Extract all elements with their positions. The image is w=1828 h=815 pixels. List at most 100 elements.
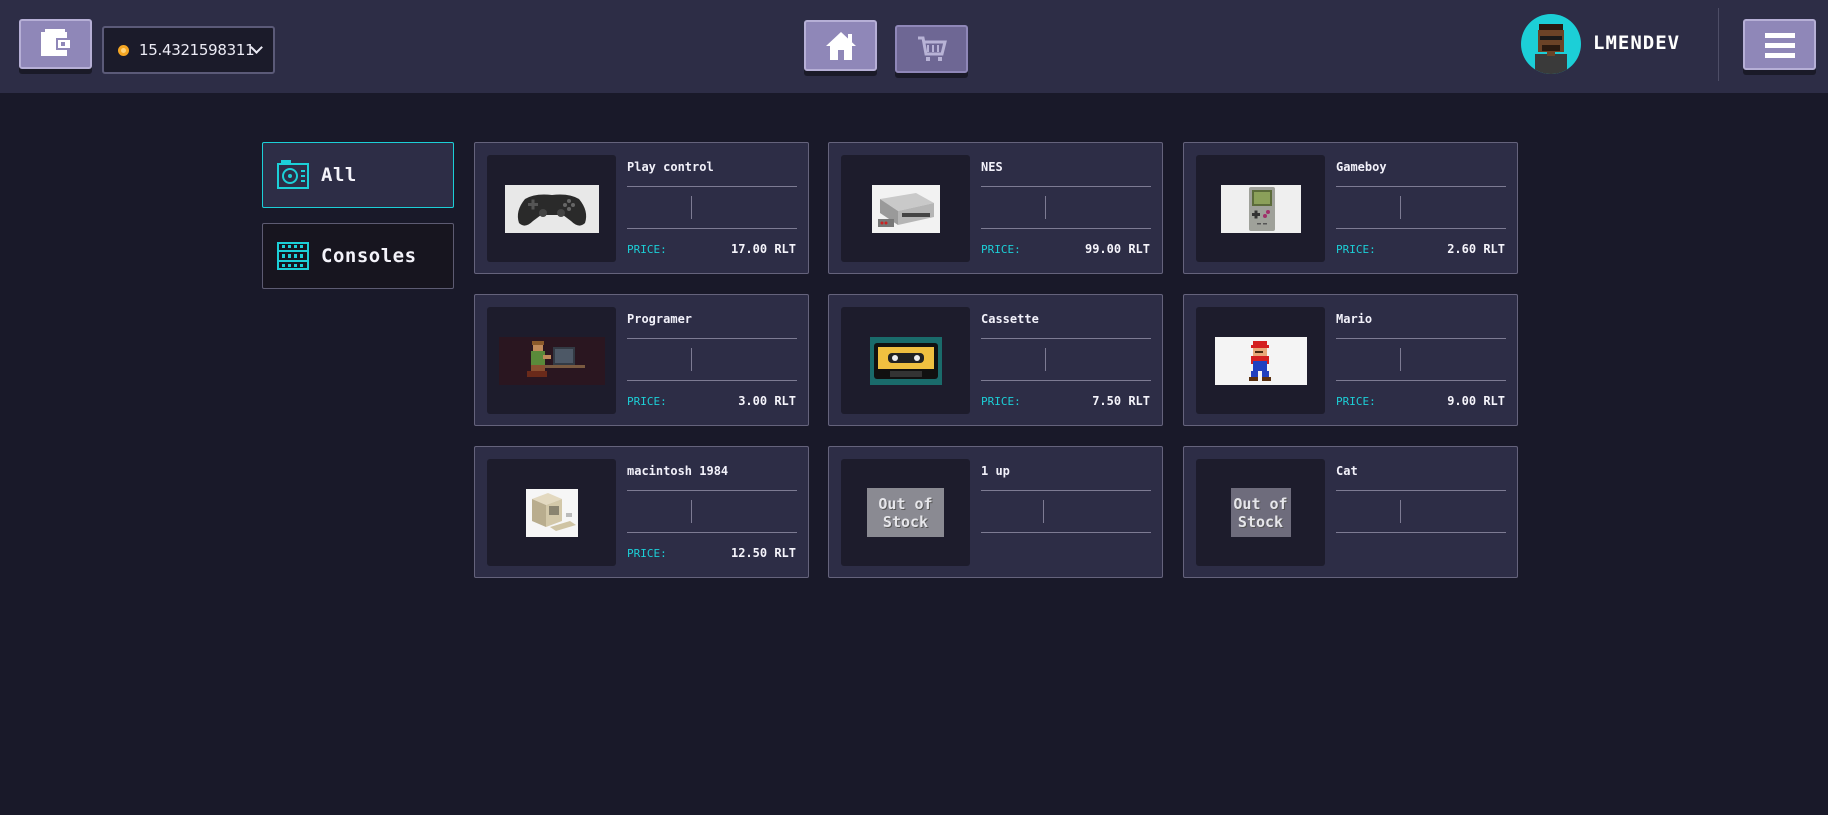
divider <box>627 338 797 339</box>
product-thumbnail[interactable] <box>487 155 616 262</box>
price-label: PRICE: <box>1336 243 1376 256</box>
gameboy-image <box>1220 184 1301 233</box>
cart-icon <box>917 36 947 61</box>
product-card-programer[interactable]: Programer PRICE: 3.00 RLT <box>474 294 809 426</box>
divider <box>1045 348 1046 371</box>
price-label: PRICE: <box>627 547 667 560</box>
divider <box>1043 500 1044 523</box>
divider <box>627 532 797 533</box>
divider <box>981 186 1151 187</box>
divider <box>1400 348 1401 371</box>
gamepad-image <box>504 184 599 233</box>
divider <box>981 380 1151 381</box>
divider <box>1336 490 1506 491</box>
console-icon <box>277 242 309 270</box>
category-label: All <box>321 164 357 186</box>
price-label: PRICE: <box>1336 395 1376 408</box>
price-value: 7.50 RLT <box>1092 394 1150 408</box>
product-card-gameboy[interactable]: Gameboy PRICE: 2.60 RLT <box>1183 142 1518 274</box>
out-of-stock-text: Out of <box>1233 494 1288 513</box>
divider <box>1336 338 1506 339</box>
chip-icon <box>277 160 309 189</box>
hamburger-menu-icon <box>1764 32 1795 58</box>
coin-icon <box>118 44 129 56</box>
product-card-play-control[interactable]: Play control PRICE: 17.00 RLT <box>474 142 809 274</box>
product-name: Mario <box>1336 312 1373 326</box>
header-divider <box>1718 8 1719 81</box>
divider <box>691 500 692 523</box>
product-thumbnail[interactable] <box>487 459 616 566</box>
divider <box>981 338 1151 339</box>
price-value: 3.00 RLT <box>738 394 796 408</box>
product-thumbnail[interactable] <box>841 155 970 262</box>
avatar-icon <box>1535 24 1567 74</box>
wallet-icon <box>40 29 72 56</box>
divider <box>627 380 797 381</box>
balance-value: 15.4321598311 <box>139 41 255 59</box>
product-thumbnail[interactable]: Out of Stock <box>841 459 970 566</box>
divider <box>1336 228 1506 229</box>
product-name: NES <box>981 160 1003 174</box>
product-name: macintosh 1984 <box>627 464 729 478</box>
divider <box>691 348 692 371</box>
product-card-cassette[interactable]: Cassette PRICE: 7.50 RLT <box>828 294 1163 426</box>
divider <box>1400 196 1401 219</box>
home-button[interactable] <box>804 20 877 71</box>
top-header: 15.4321598311 LMENDEV <box>0 0 1828 93</box>
cart-button[interactable] <box>895 25 968 73</box>
divider <box>1336 532 1506 533</box>
macintosh-image <box>525 488 578 537</box>
out-of-stock-text: Stock <box>1237 512 1284 531</box>
product-name: Play control <box>627 160 714 174</box>
divider <box>1400 500 1401 523</box>
product-card-1-up[interactable]: Out of Stock 1 up <box>828 446 1163 578</box>
out-of-stock-overlay: Out of Stock <box>1230 488 1291 537</box>
product-card-macintosh-1984[interactable]: macintosh 1984 PRICE: 12.50 RLT <box>474 446 809 578</box>
nes-console-image <box>871 184 940 233</box>
menu-button[interactable] <box>1743 19 1816 70</box>
divider <box>627 490 797 491</box>
divider <box>1336 380 1506 381</box>
divider <box>627 228 797 229</box>
product-name: Cassette <box>981 312 1039 326</box>
product-name: 1 up <box>981 464 1010 478</box>
programmer-image <box>498 336 605 385</box>
home-icon <box>825 31 856 60</box>
balance-dropdown[interactable]: 15.4321598311 <box>102 26 275 74</box>
product-thumbnail[interactable] <box>1196 307 1325 414</box>
divider <box>691 196 692 219</box>
product-thumbnail[interactable] <box>487 307 616 414</box>
divider <box>981 490 1151 491</box>
price-value: 12.50 RLT <box>730 546 796 560</box>
product-name: Gameboy <box>1336 160 1387 174</box>
price-label: PRICE: <box>627 395 667 408</box>
wallet-button[interactable] <box>19 19 92 69</box>
username[interactable]: LMENDEV <box>1593 32 1680 54</box>
product-thumbnail[interactable] <box>1196 155 1325 262</box>
product-card-nes[interactable]: NES PRICE: 99.00 RLT <box>828 142 1163 274</box>
product-name: Cat <box>1336 464 1358 478</box>
price-label: PRICE: <box>627 243 667 256</box>
out-of-stock-text: Stock <box>882 512 929 531</box>
category-consoles[interactable]: Consoles <box>262 223 454 289</box>
divider <box>627 186 797 187</box>
avatar[interactable] <box>1521 14 1581 74</box>
out-of-stock-text: Out of <box>878 494 933 513</box>
price-value: 99.00 RLT <box>1084 242 1150 256</box>
price-value: 2.60 RLT <box>1447 242 1505 256</box>
category-all[interactable]: All <box>262 142 454 208</box>
divider <box>1336 186 1506 187</box>
cassette-image <box>869 336 942 385</box>
product-thumbnail[interactable]: Out of Stock <box>1196 459 1325 566</box>
price-value: 9.00 RLT <box>1447 394 1505 408</box>
out-of-stock-overlay: Out of Stock <box>867 488 944 537</box>
divider <box>981 228 1151 229</box>
product-name: Programer <box>627 312 693 326</box>
price-label: PRICE: <box>981 395 1021 408</box>
category-label: Consoles <box>321 245 417 267</box>
product-card-mario[interactable]: Mario PRICE: 9.00 RLT <box>1183 294 1518 426</box>
product-card-cat[interactable]: Out of Stock Cat <box>1183 446 1518 578</box>
divider <box>1045 196 1046 219</box>
mario-image <box>1214 336 1307 385</box>
product-thumbnail[interactable] <box>841 307 970 414</box>
